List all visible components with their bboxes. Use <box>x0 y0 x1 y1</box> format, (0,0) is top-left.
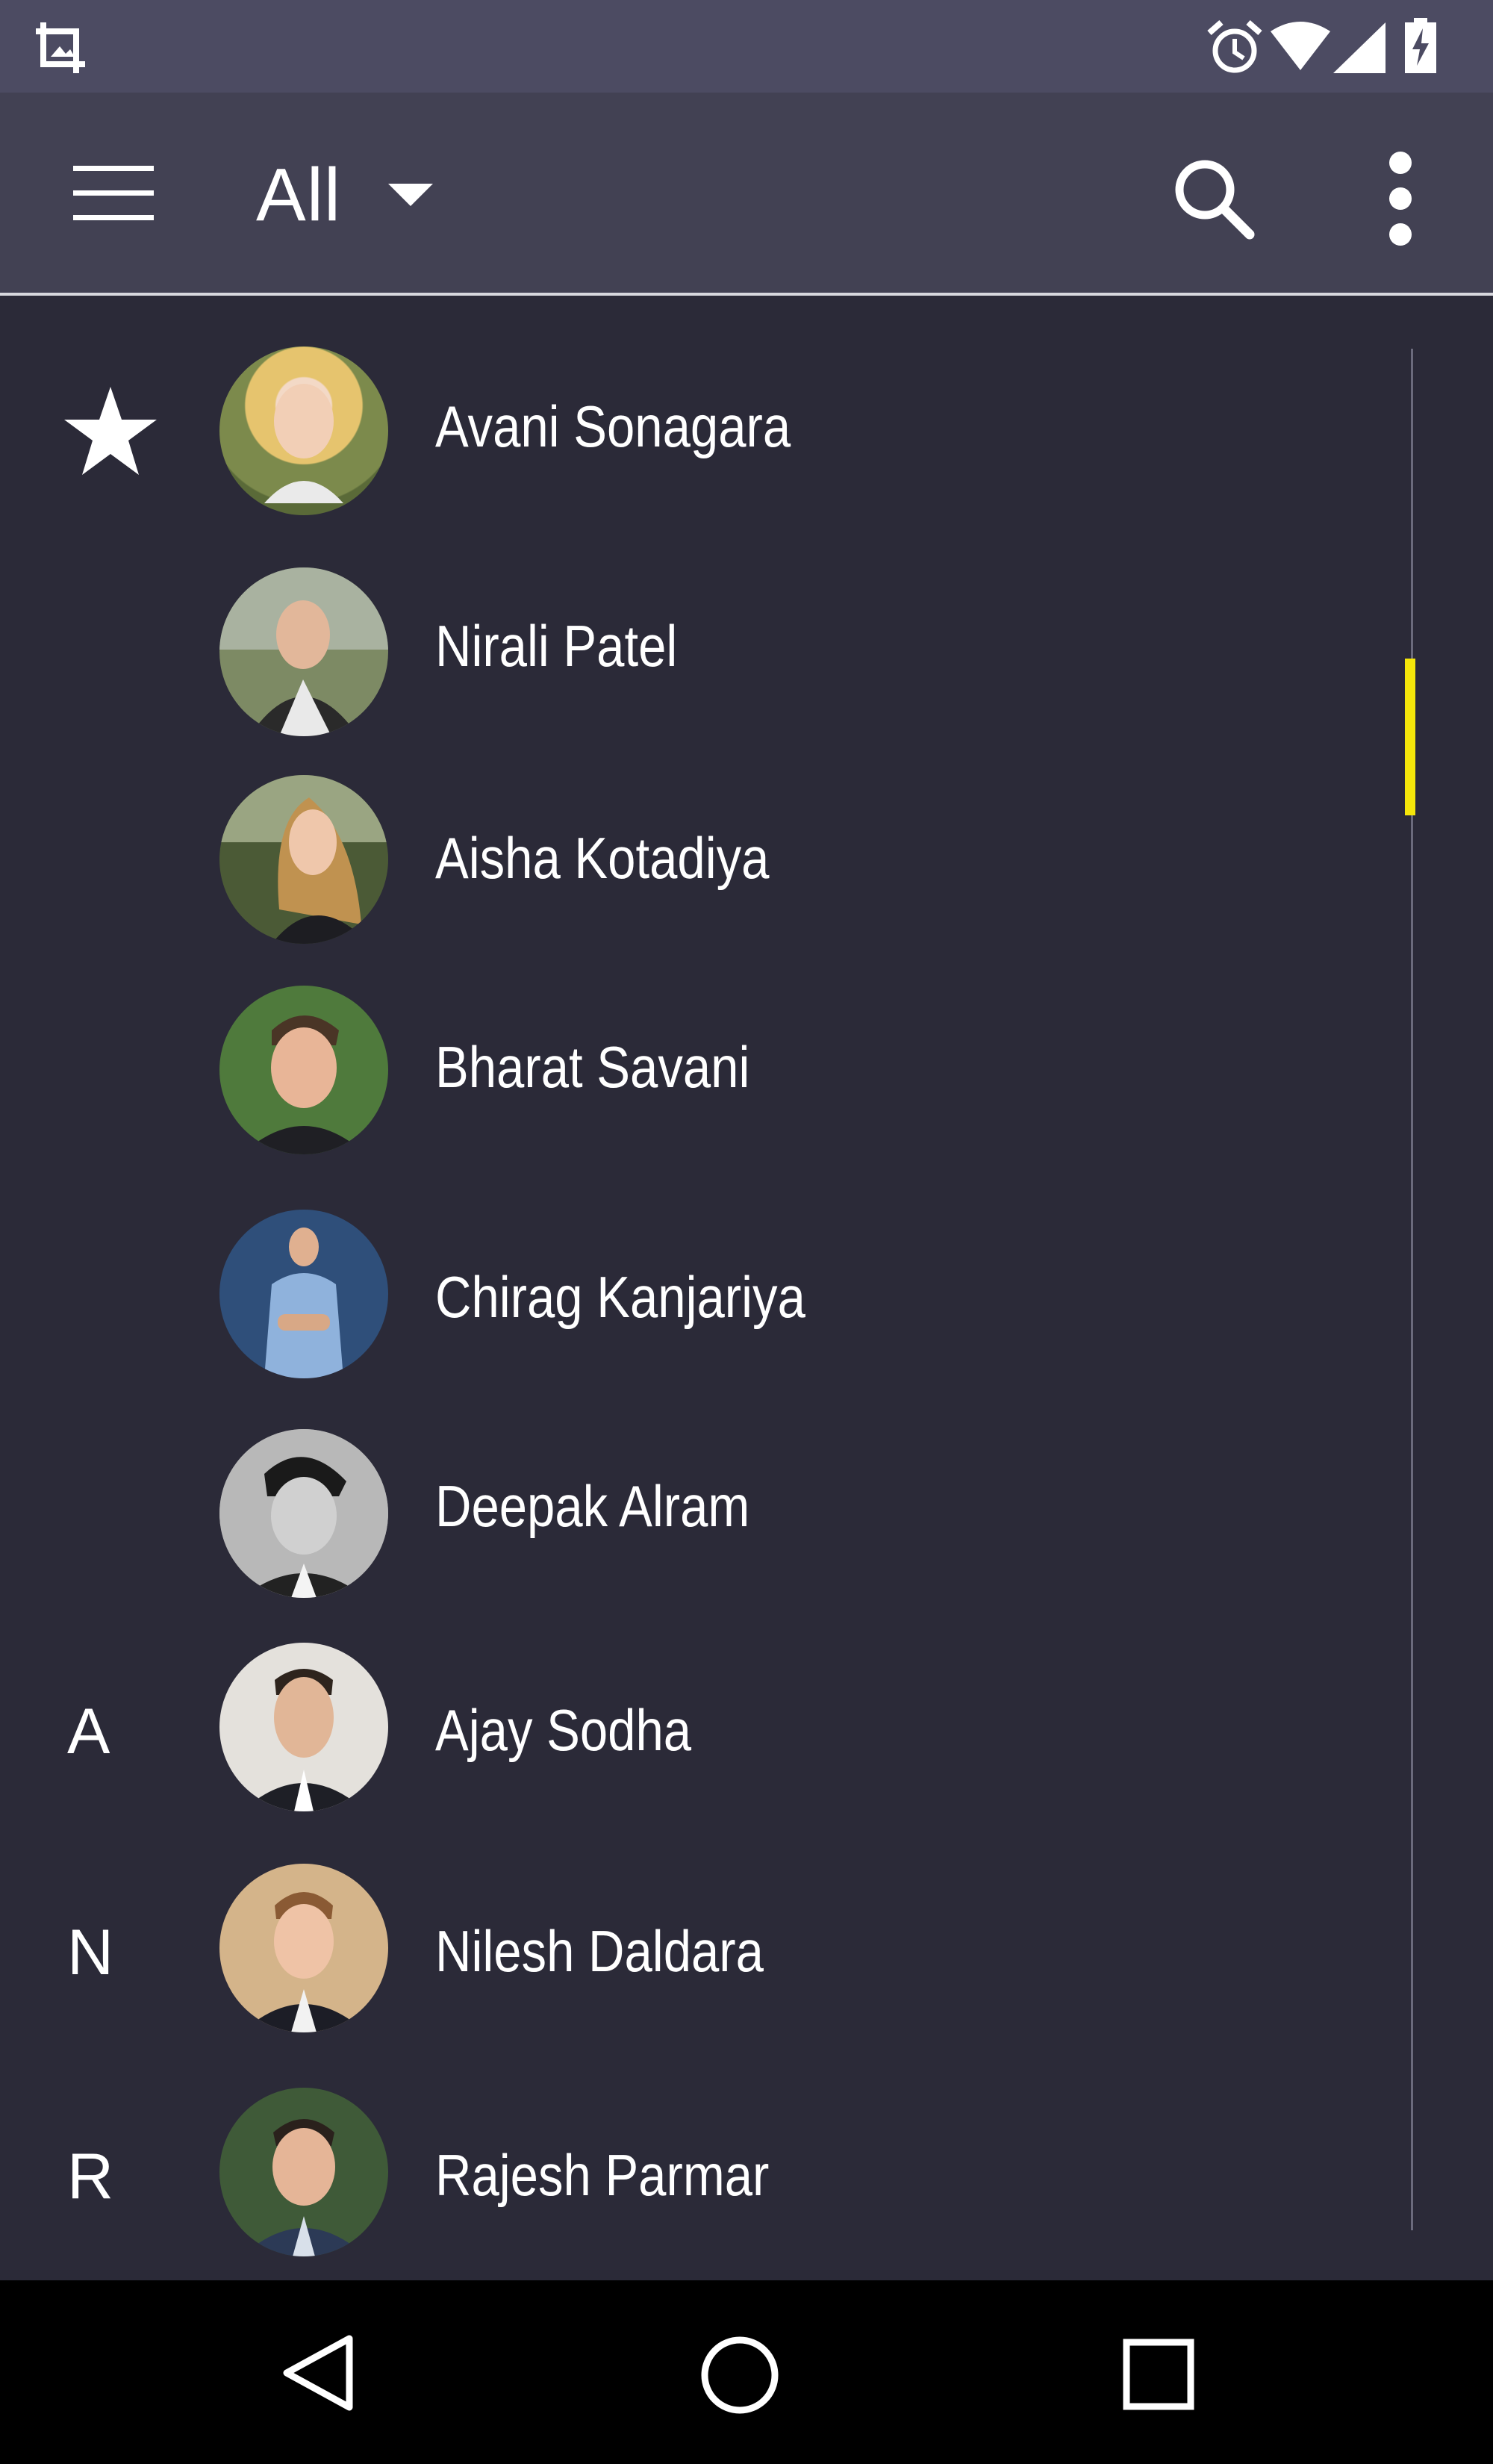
avatar <box>219 775 388 944</box>
fast-scroll-thumb[interactable] <box>1405 659 1415 815</box>
contact-row[interactable]: Avani Sonagara <box>0 339 1388 533</box>
recent-apps-icon[interactable] <box>1123 2339 1194 2410</box>
avatar <box>219 346 388 515</box>
back-icon[interactable] <box>281 2334 355 2412</box>
contact-name: Nilesh Daldara <box>435 1918 764 1984</box>
contact-row[interactable]: N Nilesh Daldara <box>0 1864 1388 2058</box>
section-letter: N <box>67 1917 114 1988</box>
contact-row[interactable]: Deepak Alram <box>0 1419 1388 1613</box>
cell-signal-icon <box>1333 22 1386 73</box>
avatar <box>219 1429 388 1598</box>
contact-row[interactable]: Aisha Kotadiya <box>0 771 1388 965</box>
status-bar <box>0 0 1493 93</box>
section-letter: A <box>67 1696 110 1767</box>
filter-label: All <box>256 153 342 237</box>
contact-name: Chirag Kanjariya <box>435 1264 805 1330</box>
menu-icon[interactable] <box>72 163 155 223</box>
star-icon <box>64 387 157 475</box>
avatar <box>219 567 388 736</box>
fast-scroll-track[interactable] <box>1411 349 1413 2230</box>
contact-row[interactable]: R Rajesh Parmar <box>0 2088 1388 2282</box>
contact-name: Nirali Patel <box>435 613 678 679</box>
contact-row[interactable]: Bharat Savani <box>0 980 1388 1174</box>
contact-name: Rajesh Parmar <box>435 2142 770 2208</box>
section-letter: R <box>67 2141 114 2212</box>
more-options-icon[interactable] <box>1384 151 1417 248</box>
avatar <box>219 1864 388 2032</box>
avatar <box>219 986 388 1154</box>
alarm-icon <box>1207 19 1262 73</box>
wifi-icon <box>1271 22 1330 70</box>
search-icon[interactable] <box>1172 157 1256 240</box>
contact-list: Avani Sonagara Nirali Patel Aisha Kotadi… <box>0 296 1493 2280</box>
contact-row[interactable]: Chirag Kanjariya <box>0 1210 1388 1404</box>
contact-name: Bharat Savani <box>435 1034 750 1100</box>
contact-name: Ajay Sodha <box>435 1697 692 1763</box>
contact-name: Avani Sonagara <box>435 393 791 459</box>
dropdown-arrow-icon <box>388 184 433 206</box>
contact-row[interactable]: Nirali Patel <box>0 559 1388 753</box>
contact-name: Deepak Alram <box>435 1473 750 1539</box>
contact-row[interactable]: A Ajay Sodha <box>0 1643 1388 1837</box>
app-toolbar: All <box>0 93 1493 296</box>
home-icon[interactable] <box>699 2334 781 2416</box>
screenshot-crop-icon <box>36 22 85 73</box>
avatar <box>219 2088 388 2256</box>
avatar <box>219 1643 388 1811</box>
battery-charging-icon <box>1405 18 1436 73</box>
filter-dropdown[interactable]: All <box>246 137 455 249</box>
navigation-bar <box>0 2280 1493 2464</box>
contact-name: Aisha Kotadiya <box>435 825 770 891</box>
avatar <box>219 1210 388 1378</box>
